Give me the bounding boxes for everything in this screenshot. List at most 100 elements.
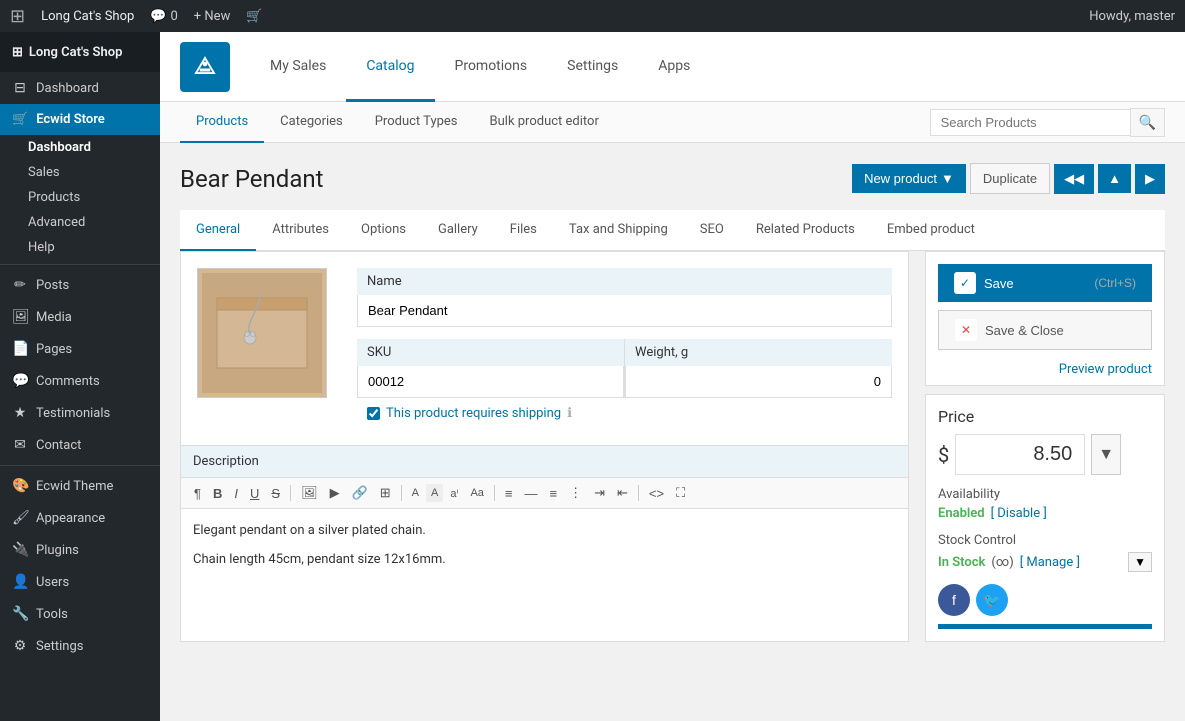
price-label: Price <box>938 407 1152 426</box>
nav-my-sales[interactable]: My Sales <box>250 32 346 102</box>
sidebar-item-appearance[interactable]: 🖌 Appearance <box>0 502 160 534</box>
sidebar-item-pages[interactable]: 📄 Pages <box>0 333 160 365</box>
sidebar-item-tools[interactable]: 🔧 Tools <box>0 598 160 630</box>
product-tab-tax-shipping[interactable]: Tax and Shipping <box>553 210 684 251</box>
nav-promotions[interactable]: Promotions <box>435 32 548 102</box>
sku-input[interactable] <box>357 366 624 398</box>
preview-product-link[interactable]: Preview product <box>1059 362 1152 377</box>
sidebar-sub-products[interactable]: Products <box>0 185 160 210</box>
toolbar-hr[interactable]: — <box>520 483 543 504</box>
toolbar-indent[interactable]: ⇥ <box>589 482 610 504</box>
availability-status-text: Enabled <box>938 506 985 521</box>
duplicate-button[interactable]: Duplicate <box>970 163 1050 194</box>
sidebar-divider-2 <box>0 465 160 466</box>
facebook-share-button[interactable]: f <box>938 584 970 616</box>
sidebar-sub-sales[interactable]: Sales <box>0 160 160 185</box>
weight-input[interactable] <box>625 366 892 398</box>
toolbar-paragraph[interactable]: ¶ <box>189 483 206 504</box>
sidebar-item-dashboard[interactable]: ⊟ Dashboard <box>0 72 160 104</box>
sidebar-sub-help[interactable]: Help <box>0 235 160 260</box>
product-fields: Name SKU Weight, g <box>341 252 908 445</box>
shipping-label: This product requires shipping <box>386 406 561 421</box>
tab-bulk-editor[interactable]: Bulk product editor <box>474 102 615 143</box>
product-tab-options[interactable]: Options <box>345 210 422 251</box>
product-tab-related-products[interactable]: Related Products <box>740 210 871 251</box>
sidebar-item-settings[interactable]: ⚙ Settings <box>0 630 160 662</box>
nav-catalog[interactable]: Catalog <box>346 32 434 102</box>
toolbar-media[interactable]: ▶ <box>325 482 345 504</box>
cart-icon: 🛒 <box>246 9 262 24</box>
stock-expand-button[interactable]: ▼ <box>1128 552 1152 572</box>
sidebar-item-ecwid-store[interactable]: 🛒 Ecwid Store <box>0 104 160 135</box>
disable-link[interactable]: [ Disable ] <box>991 506 1047 521</box>
toolbar-underline[interactable]: U <box>245 483 264 504</box>
toolbar-align[interactable]: ≡ <box>500 483 518 504</box>
price-input[interactable] <box>955 434 1085 475</box>
product-tab-files[interactable]: Files <box>494 210 553 251</box>
product-tab-attributes[interactable]: Attributes <box>256 210 345 251</box>
search-products-input[interactable] <box>930 109 1130 136</box>
toolbar-list-ol[interactable]: ⋮ <box>564 482 587 504</box>
toolbar-highlight[interactable]: A <box>426 484 443 502</box>
sidebar-item-users[interactable]: 👤 Users <box>0 566 160 598</box>
cart-icon-link[interactable]: 🛒 <box>246 9 262 24</box>
sidebar-sub-advanced[interactable]: Advanced <box>0 210 160 235</box>
toolbar-font-color[interactable]: A <box>407 484 424 502</box>
twitter-share-button[interactable]: 🐦 <box>976 584 1008 616</box>
description-line-1: Elegant pendant on a silver plated chain… <box>193 521 896 542</box>
next-button[interactable]: ▶ <box>1135 164 1165 194</box>
sidebar-sub-dashboard[interactable]: Dashboard <box>0 135 160 160</box>
toolbar-bold[interactable]: B <box>208 483 227 504</box>
preview-product-link-area: Preview product <box>926 362 1164 385</box>
nav-apps[interactable]: Apps <box>638 32 710 102</box>
toolbar-italic[interactable]: I <box>229 483 243 504</box>
toolbar-table[interactable]: ⊞ <box>375 482 396 504</box>
dashboard-icon: ⊟ <box>12 80 28 96</box>
sidebar-item-plugins[interactable]: 🔌 Plugins <box>0 534 160 566</box>
save-close-button[interactable]: ✕ Save & Close <box>938 310 1152 350</box>
tab-product-types[interactable]: Product Types <box>359 102 474 143</box>
sidebar-item-testimonials[interactable]: ★ Testimonials <box>0 397 160 429</box>
name-input[interactable] <box>357 295 892 327</box>
product-tab-embed-product[interactable]: Embed product <box>871 210 991 251</box>
search-products-button[interactable]: 🔍 <box>1130 108 1165 137</box>
new-link[interactable]: + New <box>194 9 231 24</box>
toolbar-code[interactable]: <> <box>644 483 669 504</box>
toolbar-list-ul[interactable]: ≡ <box>545 483 563 504</box>
toolbar-font-size[interactable]: Aa <box>465 484 488 502</box>
sidebar-item-media[interactable]: 🖼 Media <box>0 301 160 333</box>
new-product-button[interactable]: New product ▼ <box>852 164 966 193</box>
toolbar-fullscreen[interactable]: ⛶ <box>671 482 690 504</box>
posts-icon: ✏ <box>12 277 28 293</box>
toolbar-image[interactable]: 🖼 <box>296 482 323 504</box>
toolbar-link[interactable]: 🔗 <box>347 482 373 504</box>
toolbar-outdent[interactable]: ⇤ <box>612 482 633 504</box>
prev-prev-button[interactable]: ◀◀ <box>1054 164 1094 194</box>
manage-link[interactable]: [ Manage ] <box>1020 555 1080 570</box>
sidebar-site-name[interactable]: ⊞ Long Cat's Shop <box>0 32 160 72</box>
product-tab-gallery[interactable]: Gallery <box>422 210 494 251</box>
site-name-link[interactable]: Long Cat's Shop <box>41 9 134 24</box>
editor-content[interactable]: Elegant pendant on a silver plated chain… <box>181 509 908 609</box>
sidebar-item-contact[interactable]: ✉ Contact <box>0 429 160 461</box>
product-tab-general[interactable]: General <box>180 210 256 251</box>
sidebar-item-ecwid-theme[interactable]: 🎨 Ecwid Theme <box>0 470 160 502</box>
availability-section: Availability Enabled [ Disable ] <box>938 487 1152 521</box>
toolbar-strikethrough[interactable]: S <box>266 483 285 504</box>
shipping-checkbox[interactable] <box>367 407 380 420</box>
sidebar-item-comments[interactable]: 💬 Comments <box>0 365 160 397</box>
editor-toolbar: ¶ B I U S 🖼 ▶ 🔗 ⊞ A A <box>181 478 908 509</box>
save-button[interactable]: ✓ Save (Ctrl+S) <box>938 264 1152 302</box>
sidebar-item-posts[interactable]: ✏ Posts <box>0 269 160 301</box>
prev-button[interactable]: ▲ <box>1098 164 1131 193</box>
nav-settings[interactable]: Settings <box>547 32 638 102</box>
product-image-box[interactable] <box>197 268 327 398</box>
tab-products[interactable]: Products <box>180 102 264 143</box>
product-tab-seo[interactable]: SEO <box>684 210 740 251</box>
main-content: My Sales Catalog Promotions Settings App… <box>160 32 1185 721</box>
product-sidebar: ✓ Save (Ctrl+S) ✕ Save & Close Preview p… <box>925 251 1165 642</box>
price-stepper-down[interactable]: ▼ <box>1091 434 1121 475</box>
comments-link[interactable]: 💬 0 <box>150 9 178 24</box>
toolbar-superscript[interactable]: aⁱ <box>445 484 463 503</box>
tab-categories[interactable]: Categories <box>264 102 359 143</box>
